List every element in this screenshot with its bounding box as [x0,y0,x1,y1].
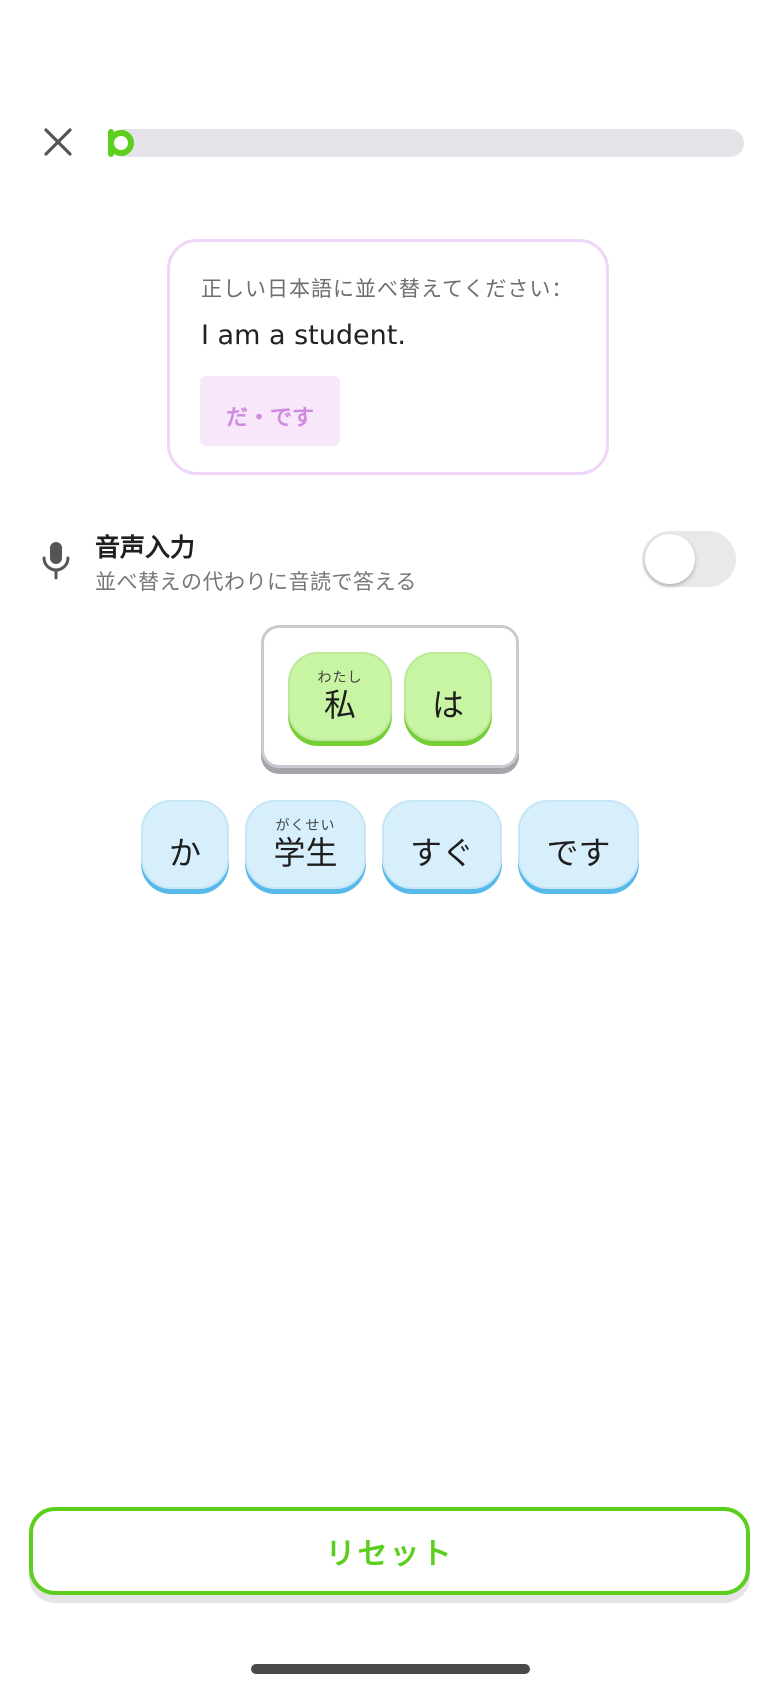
tile-text: 学生 [273,833,338,872]
tile-text: すぐ [409,833,474,872]
close-icon [44,128,72,156]
reset-button-label: リセット [325,1537,454,1572]
register-chip[interactable]: だ・です [200,376,340,446]
register-chip-label: だ・です [225,406,314,431]
reset-button[interactable]: リセット [29,1507,750,1595]
prompt-card: 正しい日本語に並べ替えてください： I am a student. だ・です [167,239,609,475]
microphone-icon [42,542,70,580]
tile-text: か [168,833,201,872]
tile-text: は [431,685,464,724]
answer-tile[interactable]: は [404,652,492,741]
screen: 正しい日本語に並べ替えてください： I am a student. だ・です 音… [0,0,780,1688]
word-bank-tile[interactable]: すぐ [382,800,502,889]
close-button[interactable] [34,118,82,166]
word-bank-tile[interactable]: がくせい 学生 [245,800,366,889]
toggle-knob [645,534,695,584]
prompt-instruction: 正しい日本語に並べ替えてください： [201,277,574,301]
word-bank-tile[interactable]: か [141,800,229,889]
progress-bar [110,129,744,157]
tile-text: です [546,833,611,872]
answer-tile[interactable]: わたし 私 [288,652,392,741]
furigana: がくせい [275,817,336,834]
furigana: わたし [317,669,363,686]
tile-text: 私 [323,685,356,724]
voice-input-title: 音声入力 [95,533,196,562]
voice-input-toggle[interactable] [642,531,736,587]
progress-marker-ring [108,130,134,156]
word-bank-tile[interactable]: です [518,800,639,889]
voice-input-subtitle: 並べ替えの代わりに音読で答える [95,570,417,594]
home-indicator[interactable] [251,1664,530,1674]
prompt-sentence: I am a student. [201,320,406,351]
